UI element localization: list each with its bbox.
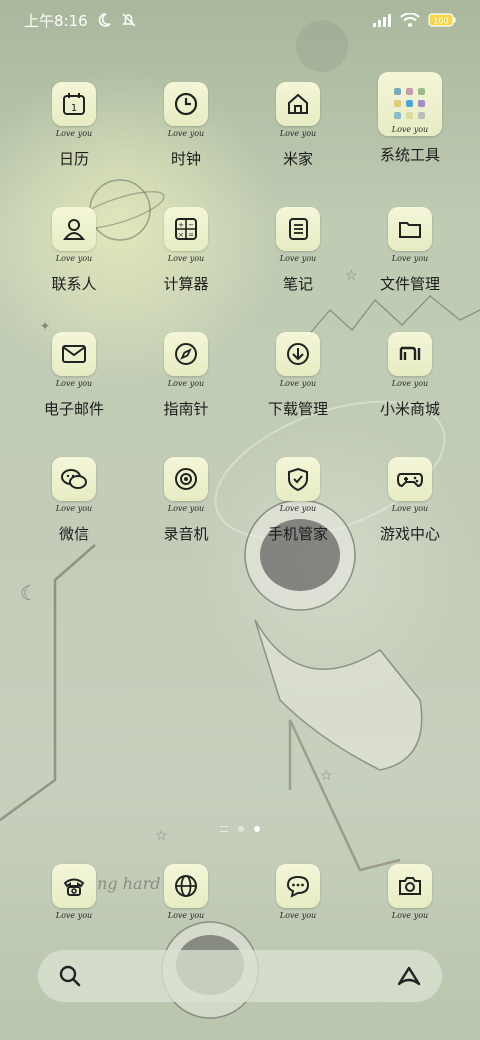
app-recorder[interactable]: Love you 录音机 (130, 457, 242, 544)
app-tagline: Love you (167, 504, 205, 513)
search-bar[interactable] (38, 950, 442, 1002)
app-tagline: Love you (167, 379, 205, 388)
app-tagline: Love you (55, 379, 93, 388)
battery-level: 100 (433, 17, 448, 26)
app-label: 时钟 (170, 150, 201, 168)
page-indicator[interactable] (0, 826, 480, 832)
svg-text:☆: ☆ (320, 768, 333, 784)
camera-icon (388, 864, 432, 908)
app-contacts[interactable]: Love you 联系人 (18, 207, 130, 294)
app-label: 游戏中心 (379, 525, 440, 543)
mi-store-icon (388, 332, 432, 376)
app-compass[interactable]: Love you 指南针 (130, 332, 242, 419)
svg-text:1: 1 (71, 103, 77, 114)
app-tagline: Love you (167, 254, 205, 263)
dock-browser[interactable]: Love you (130, 864, 242, 922)
app-label: 文件管理 (379, 275, 440, 293)
app-tagline: Love you (391, 504, 429, 513)
app-mi-store[interactable]: Love you 小米商城 (354, 332, 466, 419)
app-label: 米家 (282, 150, 313, 168)
moon-icon (96, 12, 112, 28)
page-dot-active[interactable] (254, 826, 260, 832)
folder-icon (388, 207, 432, 251)
app-tagline: Love you (391, 125, 429, 134)
app-calendar[interactable]: 1 Love you 日历 (18, 82, 130, 169)
mail-icon (52, 332, 96, 376)
svg-text:−: − (188, 221, 194, 229)
app-label: 日历 (58, 150, 89, 168)
app-label: 下载管理 (267, 400, 328, 418)
status-bar: 上午8:16 100 (0, 0, 480, 40)
contacts-icon (52, 207, 96, 251)
app-calculator[interactable]: + − × = Love you 计算器 (130, 207, 242, 294)
download-icon (276, 332, 320, 376)
search-icon[interactable] (58, 964, 82, 988)
app-label: 电子邮件 (43, 400, 104, 418)
app-mail[interactable]: Love you 电子邮件 (18, 332, 130, 419)
mute-icon (120, 11, 138, 29)
app-home[interactable]: Love you 米家 (242, 82, 354, 169)
app-tagline: Love you (55, 129, 93, 138)
app-label: 录音机 (163, 525, 209, 543)
battery-icon: 100 (428, 13, 456, 27)
browser-icon (164, 864, 208, 908)
clock-icon (164, 82, 208, 126)
svg-text:✦: ✦ (40, 319, 50, 333)
calendar-icon: 1 (52, 82, 96, 126)
app-label: 系统工具 (379, 146, 440, 164)
app-tagline: Love you (391, 379, 429, 388)
app-clock[interactable]: Love you 时钟 (130, 82, 242, 169)
svg-text:×: × (178, 231, 184, 239)
app-wechat[interactable]: Love you 微信 (18, 457, 130, 544)
svg-text:=: = (188, 231, 194, 239)
app-gamepad[interactable]: Love you 游戏中心 (354, 457, 466, 544)
svg-text:+: + (178, 221, 184, 229)
dock-tagline: Love you (55, 911, 93, 920)
notes-icon (276, 207, 320, 251)
assistant-icon[interactable] (396, 965, 422, 987)
app-shield[interactable]: Love you 手机管家 (242, 457, 354, 544)
svg-text:☾: ☾ (20, 581, 38, 605)
compass-icon (164, 332, 208, 376)
app-label: 小米商城 (379, 400, 440, 418)
dock-tagline: Love you (167, 911, 205, 920)
page-dot-home[interactable] (220, 826, 228, 832)
app-tools-folder[interactable]: Love you 系统工具 (354, 72, 466, 165)
app-label: 联系人 (51, 275, 97, 293)
app-tagline: Love you (279, 254, 317, 263)
page-dot[interactable] (238, 826, 244, 832)
app-label: 指南针 (163, 400, 209, 418)
app-tagline: Love you (279, 129, 317, 138)
wifi-icon (400, 13, 420, 27)
app-folder[interactable]: Love you 文件管理 (354, 207, 466, 294)
calculator-icon: + − × = (164, 207, 208, 251)
app-label: 计算器 (163, 275, 209, 293)
home-icon (276, 82, 320, 126)
app-tagline: Love you (279, 379, 317, 388)
gamepad-icon (388, 457, 432, 501)
dock-tagline: Love you (391, 911, 429, 920)
shield-icon (276, 457, 320, 501)
app-notes[interactable]: Love you 笔记 (242, 207, 354, 294)
app-tagline: Love you (55, 504, 93, 513)
app-tagline: Love you (279, 504, 317, 513)
messages-icon (276, 864, 320, 908)
dock-phone[interactable]: Love you (18, 864, 130, 922)
app-download[interactable]: Love you 下载管理 (242, 332, 354, 419)
phone-icon (52, 864, 96, 908)
app-label: 手机管家 (267, 525, 328, 543)
dock-messages[interactable]: Love you (242, 864, 354, 922)
app-tagline: Love you (167, 129, 205, 138)
status-time: 上午8:16 (24, 11, 88, 30)
dock-camera[interactable]: Love you (354, 864, 466, 922)
app-label: 微信 (58, 525, 89, 543)
wechat-icon (52, 457, 96, 501)
dock-tagline: Love you (279, 911, 317, 920)
app-tagline: Love you (55, 254, 93, 263)
app-tagline: Love you (391, 254, 429, 263)
app-label: 笔记 (282, 275, 313, 293)
recorder-icon (164, 457, 208, 501)
signal-icon (372, 13, 392, 27)
